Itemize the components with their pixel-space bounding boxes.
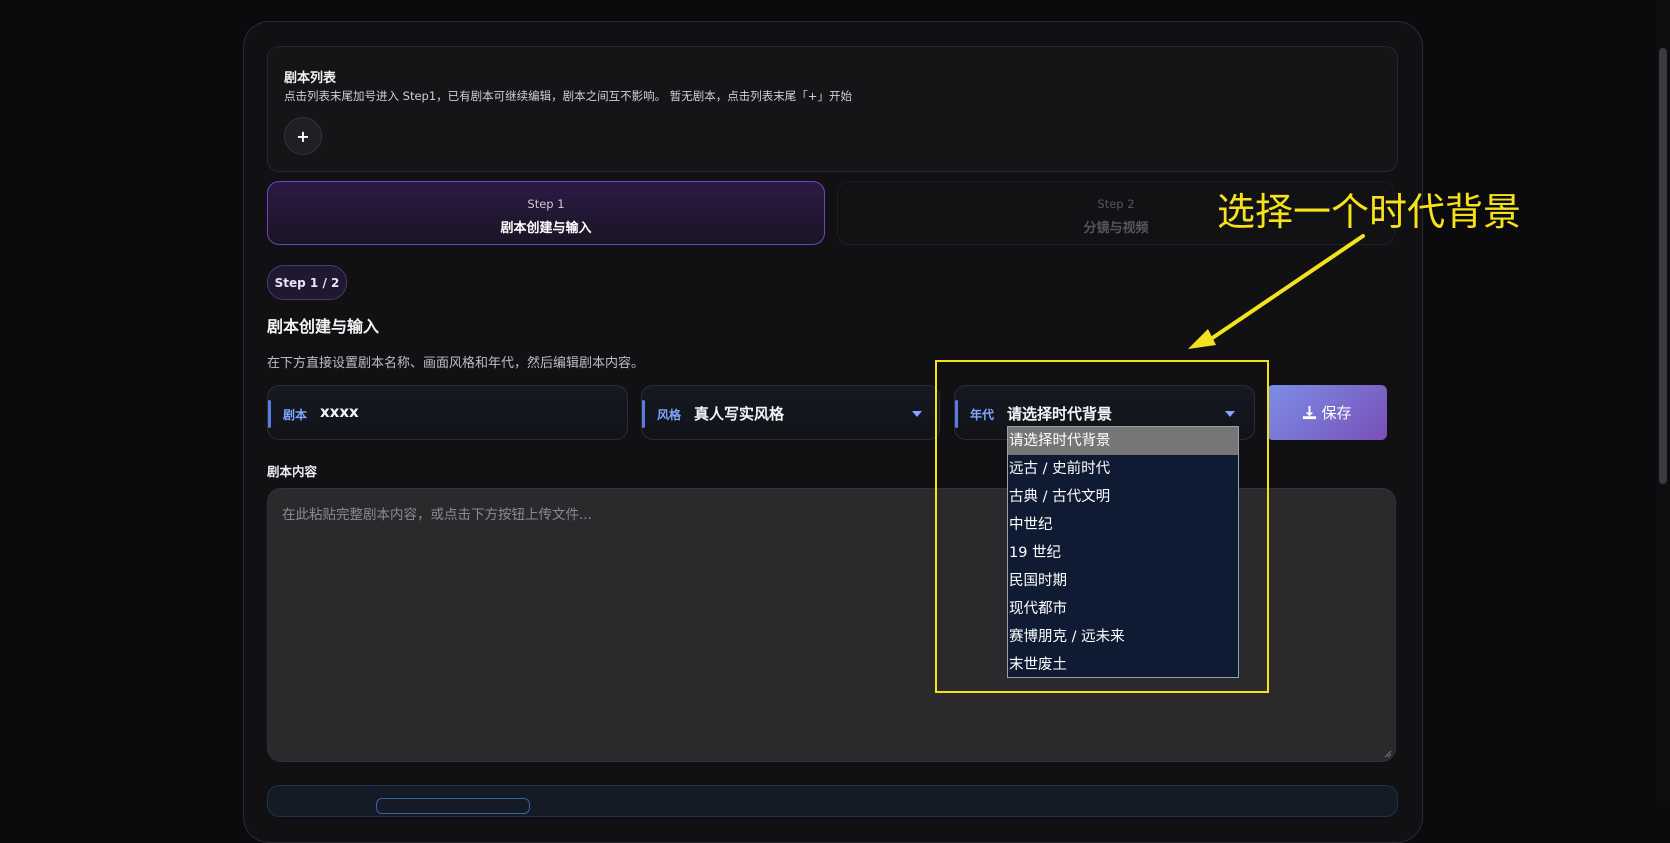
page-scrollbar[interactable] bbox=[1656, 0, 1670, 801]
scrollbar-thumb[interactable] bbox=[1659, 48, 1667, 484]
annotation-arrow-icon bbox=[1188, 234, 1365, 349]
